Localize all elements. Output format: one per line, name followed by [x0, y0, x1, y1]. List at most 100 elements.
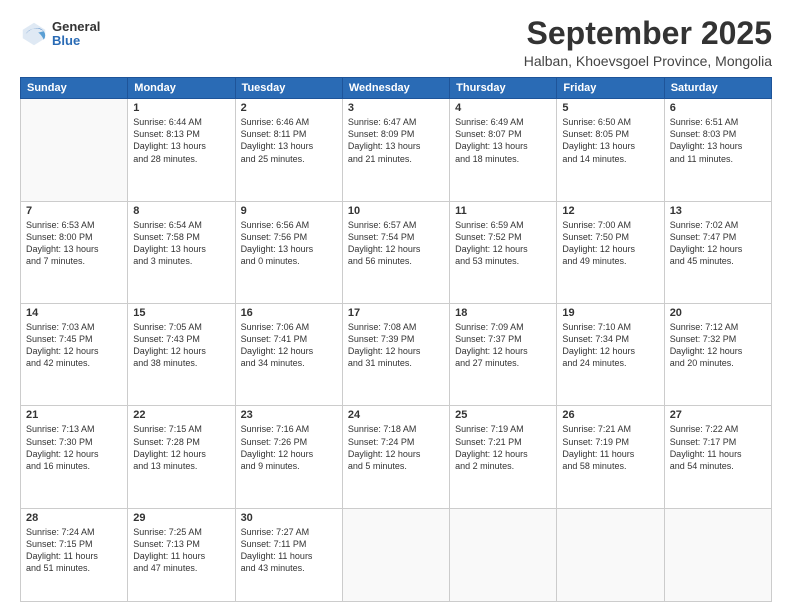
day-info: Sunrise: 7:27 AM Sunset: 7:11 PM Dayligh…	[241, 526, 337, 575]
day-number: 22	[133, 409, 229, 421]
table-row: 7 Sunrise: 6:53 AM Sunset: 8:00 PM Daylig…	[21, 201, 128, 303]
table-row: 28Sunrise: 7:24 AM Sunset: 7:15 PM Dayli…	[21, 508, 128, 601]
calendar-week-0: 1Sunrise: 6:44 AM Sunset: 8:13 PM Daylig…	[21, 99, 772, 201]
calendar-week-4: 28Sunrise: 7:24 AM Sunset: 7:15 PM Dayli…	[21, 508, 772, 601]
table-row: 24Sunrise: 7:18 AM Sunset: 7:24 PM Dayli…	[342, 406, 449, 508]
day-info: Sunrise: 7:25 AM Sunset: 7:13 PM Dayligh…	[133, 526, 229, 575]
table-row: 17 Sunrise: 7:08 AM Sunset: 7:39 PM Dayli…	[342, 304, 449, 406]
day-info: Sunrise: 6:49 AM Sunset: 8:07 PM Dayligh…	[455, 116, 551, 165]
day-number: 5	[562, 102, 658, 114]
day-number: 14	[26, 307, 122, 319]
table-row: 27 Sunrise: 7:22 AM Sunset: 7:17 PM Dayli…	[664, 406, 771, 508]
day-info: Sunrise: 7:19 AM Sunset: 7:21 PM Dayligh…	[455, 423, 551, 472]
table-row: 20 Sunrise: 7:12 AM Sunset: 7:32 PM Dayli…	[664, 304, 771, 406]
logo-blue: Blue	[52, 34, 100, 48]
col-saturday: Saturday	[664, 78, 771, 99]
day-number: 9	[241, 205, 337, 217]
day-number: 7	[26, 205, 122, 217]
day-info: Sunrise: 7:21 AM Sunset: 7:19 PM Dayligh…	[562, 423, 658, 472]
table-row: 15 Sunrise: 7:05 AM Sunset: 7:43 PM Dayli…	[128, 304, 235, 406]
col-monday: Monday	[128, 78, 235, 99]
table-row: 6 Sunrise: 6:51 AM Sunset: 8:03 PM Daylig…	[664, 99, 771, 201]
day-info: Sunrise: 6:54 AM Sunset: 7:58 PM Dayligh…	[133, 219, 229, 268]
day-number: 19	[562, 307, 658, 319]
day-number: 11	[455, 205, 551, 217]
day-number: 8	[133, 205, 229, 217]
table-row: 3 Sunrise: 6:47 AM Sunset: 8:09 PM Daylig…	[342, 99, 449, 201]
logo-icon	[20, 20, 48, 48]
table-row: 8 Sunrise: 6:54 AM Sunset: 7:58 PM Daylig…	[128, 201, 235, 303]
table-row: 1Sunrise: 6:44 AM Sunset: 8:13 PM Daylig…	[128, 99, 235, 201]
logo-text: General Blue	[52, 20, 100, 49]
table-row: 2 Sunrise: 6:46 AM Sunset: 8:11 PM Daylig…	[235, 99, 342, 201]
day-number: 6	[670, 102, 766, 114]
header: General Blue September 2025 Halban, Khoe…	[20, 16, 772, 69]
day-number: 28	[26, 512, 122, 524]
day-info: Sunrise: 7:10 AM Sunset: 7:34 PM Dayligh…	[562, 321, 658, 370]
table-row	[557, 508, 664, 601]
table-row: 9 Sunrise: 6:56 AM Sunset: 7:56 PM Daylig…	[235, 201, 342, 303]
day-info: Sunrise: 6:59 AM Sunset: 7:52 PM Dayligh…	[455, 219, 551, 268]
day-info: Sunrise: 6:51 AM Sunset: 8:03 PM Dayligh…	[670, 116, 766, 165]
day-number: 29	[133, 512, 229, 524]
day-info: Sunrise: 7:09 AM Sunset: 7:37 PM Dayligh…	[455, 321, 551, 370]
page: General Blue September 2025 Halban, Khoe…	[0, 0, 792, 612]
logo-general: General	[52, 20, 100, 34]
col-wednesday: Wednesday	[342, 78, 449, 99]
table-row: 29 Sunrise: 7:25 AM Sunset: 7:13 PM Dayli…	[128, 508, 235, 601]
day-info: Sunrise: 6:53 AM Sunset: 8:00 PM Dayligh…	[26, 219, 122, 268]
day-info: Sunrise: 7:16 AM Sunset: 7:26 PM Dayligh…	[241, 423, 337, 472]
calendar-week-3: 21 Sunrise: 7:13 AM Sunset: 7:30 PM Dayli…	[21, 406, 772, 508]
day-number: 25	[455, 409, 551, 421]
table-row	[664, 508, 771, 601]
day-number: 12	[562, 205, 658, 217]
calendar-week-1: 7 Sunrise: 6:53 AM Sunset: 8:00 PM Daylig…	[21, 201, 772, 303]
title-block: September 2025 Halban, Khoevsgoel Provin…	[524, 16, 772, 69]
day-info: Sunrise: 6:46 AM Sunset: 8:11 PM Dayligh…	[241, 116, 337, 165]
day-info: Sunrise: 7:12 AM Sunset: 7:32 PM Dayligh…	[670, 321, 766, 370]
table-row: 22 Sunrise: 7:15 AM Sunset: 7:28 PM Dayli…	[128, 406, 235, 508]
table-row: 30 Sunrise: 7:27 AM Sunset: 7:11 PM Dayli…	[235, 508, 342, 601]
day-number: 15	[133, 307, 229, 319]
day-info: Sunrise: 6:56 AM Sunset: 7:56 PM Dayligh…	[241, 219, 337, 268]
day-info: Sunrise: 7:22 AM Sunset: 7:17 PM Dayligh…	[670, 423, 766, 472]
day-number: 27	[670, 409, 766, 421]
table-row: 14 Sunrise: 7:03 AM Sunset: 7:45 PM Dayli…	[21, 304, 128, 406]
table-row: 18Sunrise: 7:09 AM Sunset: 7:37 PM Dayli…	[450, 304, 557, 406]
day-number: 21	[26, 409, 122, 421]
day-number: 23	[241, 409, 337, 421]
day-info: Sunrise: 7:02 AM Sunset: 7:47 PM Dayligh…	[670, 219, 766, 268]
day-number: 16	[241, 307, 337, 319]
day-number: 30	[241, 512, 337, 524]
day-info: Sunrise: 7:15 AM Sunset: 7:28 PM Dayligh…	[133, 423, 229, 472]
day-info: Sunrise: 6:44 AM Sunset: 8:13 PM Dayligh…	[133, 116, 229, 165]
logo: General Blue	[20, 20, 100, 49]
month-title: September 2025	[524, 16, 772, 51]
subtitle: Halban, Khoevsgoel Province, Mongolia	[524, 53, 772, 69]
day-number: 24	[348, 409, 444, 421]
day-number: 20	[670, 307, 766, 319]
col-friday: Friday	[557, 78, 664, 99]
calendar-week-2: 14 Sunrise: 7:03 AM Sunset: 7:45 PM Dayli…	[21, 304, 772, 406]
day-info: Sunrise: 6:57 AM Sunset: 7:54 PM Dayligh…	[348, 219, 444, 268]
day-number: 3	[348, 102, 444, 114]
table-row	[342, 508, 449, 601]
day-info: Sunrise: 6:47 AM Sunset: 8:09 PM Dayligh…	[348, 116, 444, 165]
day-info: Sunrise: 7:03 AM Sunset: 7:45 PM Dayligh…	[26, 321, 122, 370]
col-thursday: Thursday	[450, 78, 557, 99]
day-info: Sunrise: 7:08 AM Sunset: 7:39 PM Dayligh…	[348, 321, 444, 370]
table-row: 16 Sunrise: 7:06 AM Sunset: 7:41 PM Dayli…	[235, 304, 342, 406]
col-tuesday: Tuesday	[235, 78, 342, 99]
table-row: 21 Sunrise: 7:13 AM Sunset: 7:30 PM Dayli…	[21, 406, 128, 508]
table-row: 13 Sunrise: 7:02 AM Sunset: 7:47 PM Dayli…	[664, 201, 771, 303]
day-number: 13	[670, 205, 766, 217]
day-info: Sunrise: 7:00 AM Sunset: 7:50 PM Dayligh…	[562, 219, 658, 268]
day-info: Sunrise: 7:13 AM Sunset: 7:30 PM Dayligh…	[26, 423, 122, 472]
day-info: Sunrise: 7:06 AM Sunset: 7:41 PM Dayligh…	[241, 321, 337, 370]
table-row: 10 Sunrise: 6:57 AM Sunset: 7:54 PM Dayli…	[342, 201, 449, 303]
day-number: 2	[241, 102, 337, 114]
day-number: 17	[348, 307, 444, 319]
table-row: 23 Sunrise: 7:16 AM Sunset: 7:26 PM Dayli…	[235, 406, 342, 508]
day-info: Sunrise: 7:05 AM Sunset: 7:43 PM Dayligh…	[133, 321, 229, 370]
day-number: 10	[348, 205, 444, 217]
